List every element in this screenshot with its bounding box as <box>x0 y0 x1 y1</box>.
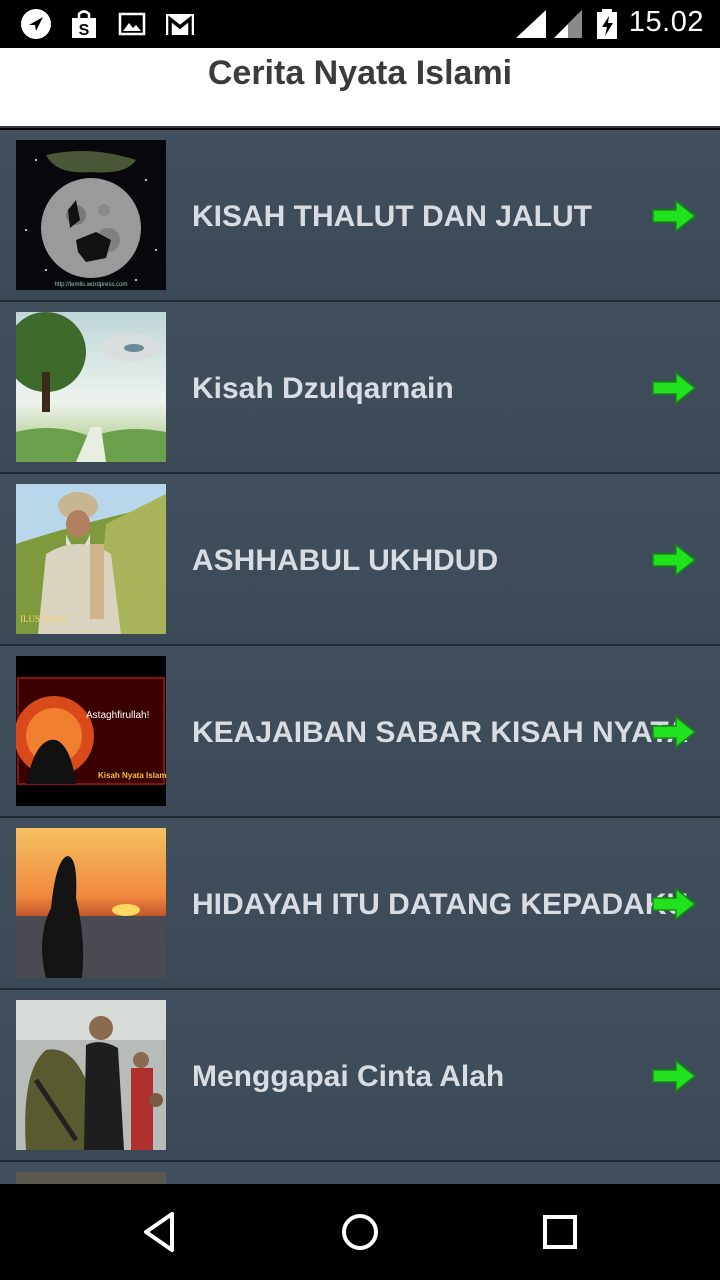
story-title: KISAH THALUT DAN JALUT <box>192 200 592 233</box>
gmail-icon <box>166 14 194 35</box>
thumbnail-caption: ILUSTRASI <box>20 614 66 624</box>
list-item[interactable]: HIDAYAH ITU DATANG KEPADAKU <box>0 818 720 990</box>
thumbnail-caption: Kisah Nyata Islami <box>98 771 166 780</box>
battery-charging-icon <box>597 9 617 39</box>
list-item[interactable]: Astaghfirullah! Kisah Nyata Islami KEAJA… <box>0 646 720 818</box>
image-icon <box>118 12 146 36</box>
home-icon[interactable] <box>336 1208 384 1256</box>
thumbnail-caption: Astaghfirullah! <box>86 710 149 721</box>
arrow-right-icon[interactable] <box>650 198 698 234</box>
list-item[interactable]: http://temlis.wordpress.com KISAH THALUT… <box>0 130 720 302</box>
arrow-right-icon[interactable] <box>650 542 698 578</box>
clock-time: 15.02 <box>628 6 704 38</box>
status-bar: S 15.02 <box>0 0 720 48</box>
story-thumbnail: http://temlis.wordpress.com <box>16 140 166 290</box>
recents-icon[interactable] <box>536 1208 584 1256</box>
arrow-right-icon[interactable] <box>650 1058 698 1094</box>
story-thumbnail <box>16 1000 166 1150</box>
navigation-icon <box>21 9 51 39</box>
arrow-right-icon[interactable] <box>650 886 698 922</box>
list-item[interactable] <box>0 1162 720 1184</box>
story-thumbnail <box>16 312 166 462</box>
app-header: Cerita Nyata Islami <box>0 48 720 128</box>
shop-bag-icon: S <box>72 10 96 39</box>
back-icon[interactable] <box>136 1208 184 1256</box>
story-title: Kisah Dzulqarnain <box>192 372 454 405</box>
story-thumbnail <box>16 1172 166 1184</box>
list-item[interactable]: ILUSTRASI ASHHABUL UKHDUD <box>0 474 720 646</box>
story-thumbnail: ILUSTRASI <box>16 484 166 634</box>
navigation-bar <box>0 1184 720 1280</box>
signal-icon <box>554 10 582 38</box>
arrow-right-icon[interactable] <box>650 370 698 406</box>
arrow-right-icon[interactable] <box>650 714 698 750</box>
thumbnail-caption: http://temlis.wordpress.com <box>54 282 127 288</box>
story-list[interactable]: http://temlis.wordpress.com KISAH THALUT… <box>0 130 720 1184</box>
story-title: ASHHABUL UKHDUD <box>192 544 499 577</box>
story-thumbnail: Astaghfirullah! Kisah Nyata Islami <box>16 656 166 806</box>
list-item[interactable]: Kisah Dzulqarnain <box>0 302 720 474</box>
story-thumbnail <box>16 828 166 978</box>
story-title: Menggapai Cinta Alah <box>192 1060 505 1093</box>
list-item[interactable]: Menggapai Cinta Alah <box>0 990 720 1162</box>
signal-icon <box>516 10 546 38</box>
svg-text:S: S <box>79 22 90 39</box>
page-title: Cerita Nyata Islami <box>207 54 513 92</box>
story-title: KEAJAIBAN SABAR KISAH NYATA <box>192 716 689 749</box>
story-title: HIDAYAH ITU DATANG KEPADAKU <box>192 888 689 921</box>
